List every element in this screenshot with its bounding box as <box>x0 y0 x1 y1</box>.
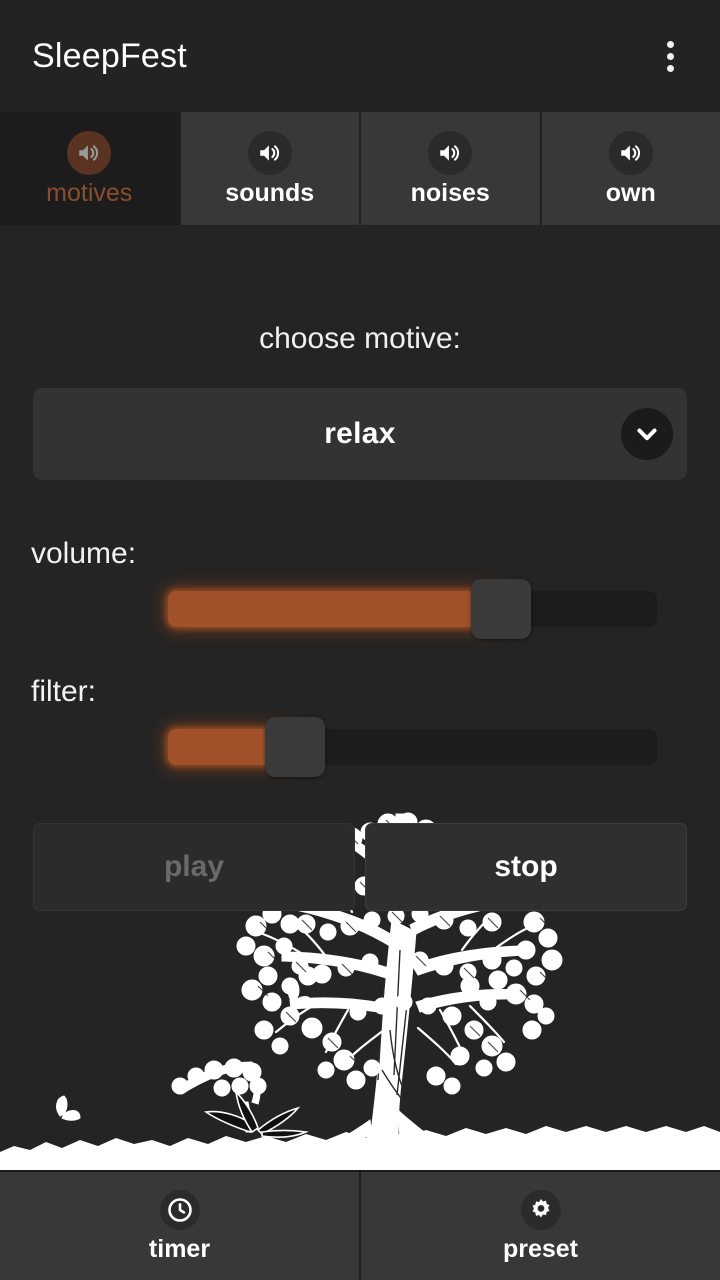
speaker-icon <box>428 131 473 175</box>
volume-slider-track[interactable] <box>168 579 657 639</box>
bottom-navigation: timer preset <box>0 1170 720 1280</box>
filter-slider[interactable] <box>0 715 720 779</box>
bottom-item-label: timer <box>148 1235 211 1263</box>
tab-noises[interactable]: noises <box>361 112 542 225</box>
motive-dropdown[interactable]: relax <box>33 388 687 480</box>
tab-label: motives <box>46 179 133 207</box>
volume-slider-thumb[interactable] <box>470 579 531 639</box>
chevron-down-icon <box>621 408 673 460</box>
motive-dropdown-value: relax <box>324 417 396 450</box>
volume-slider-fill <box>168 591 501 627</box>
speaker-icon <box>247 131 292 175</box>
tab-label: sounds <box>225 179 315 207</box>
speaker-icon <box>608 131 653 175</box>
clock-icon <box>159 1190 200 1230</box>
filter-label: filter: <box>31 675 97 708</box>
bottom-item-timer[interactable]: timer <box>0 1172 361 1280</box>
tab-label: noises <box>410 179 490 207</box>
gear-icon <box>520 1190 561 1230</box>
tab-bar: motives sounds noises own <box>0 112 720 225</box>
play-button[interactable]: play <box>33 823 355 911</box>
filter-slider-thumb[interactable] <box>265 717 326 777</box>
transport-buttons: play stop <box>33 823 687 911</box>
choose-motive-label: choose motive: <box>259 322 461 355</box>
tab-motives[interactable]: motives <box>0 112 181 225</box>
ground-strip <box>0 1126 720 1170</box>
tab-own[interactable]: own <box>541 112 720 225</box>
tab-sounds[interactable]: sounds <box>180 112 361 225</box>
more-dot <box>666 52 674 60</box>
app-title: SleepFest <box>32 37 187 75</box>
more-dot <box>666 40 674 48</box>
volume-slider[interactable] <box>0 577 720 641</box>
stop-button[interactable]: stop <box>365 823 687 911</box>
bottom-item-label: preset <box>502 1235 579 1263</box>
more-vertical-icon[interactable] <box>642 28 698 84</box>
more-dot <box>666 64 674 72</box>
filter-slider-track[interactable] <box>168 717 657 777</box>
volume-label: volume: <box>31 537 137 570</box>
speaker-icon <box>67 131 112 175</box>
main-content: choose motive: relax volume: filter: pla… <box>0 225 720 1170</box>
app-bar: SleepFest <box>0 0 720 112</box>
tab-label: own <box>605 179 656 207</box>
app-root: SleepFest motives sounds noises own choo… <box>0 0 720 1280</box>
bottom-item-preset[interactable]: preset <box>361 1172 720 1280</box>
